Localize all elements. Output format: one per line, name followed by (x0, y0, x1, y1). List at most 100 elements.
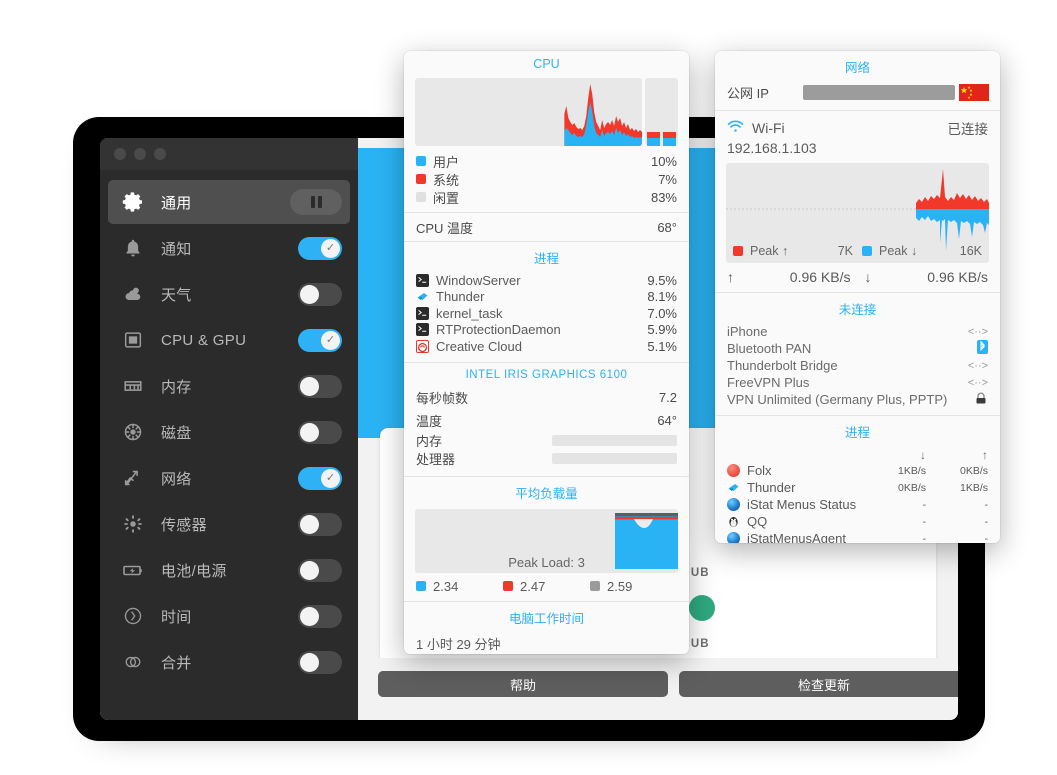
uptime-title: 电脑工作时间 (508, 611, 584, 626)
interface-ip: 192.168.1.103 (727, 140, 817, 156)
process-row[interactable]: WindowServer 9.5% (404, 272, 689, 289)
disconnected-item[interactable]: VPN Unlimited (Germany Plus, PPTP) (715, 391, 1000, 408)
gpu-temp-value: 64° (657, 413, 677, 428)
process-row[interactable]: Creative Cloud 5.1% (404, 338, 689, 355)
gpu-memory-label: 内存 (416, 434, 443, 449)
sidebar-item-label: 传感器 (161, 516, 207, 534)
cpu-usage-idle-value: 83% (650, 189, 677, 205)
rate-down-arrow-icon: ↓ (864, 269, 872, 285)
rate-up-arrow-icon: ↑ (727, 269, 734, 285)
vpn-lock-icon (974, 392, 988, 408)
network-process-row[interactable]: iStatMenusAgent - - (715, 530, 1000, 543)
bluetooth-icon (977, 340, 988, 357)
network-process-row[interactable]: QQ - - (715, 513, 1000, 530)
cpu-usage-user-label: 用户 (433, 154, 460, 170)
disconnected-name: Thunderbolt Bridge (727, 358, 838, 373)
toggle-memory[interactable]: ✓ (298, 374, 342, 398)
toggle-weather[interactable]: ✓ (298, 282, 342, 306)
gpu-processor-bar (551, 453, 677, 464)
qq-icon (727, 515, 740, 528)
sidebar-item-disk[interactable]: 磁盘 ✓ (108, 410, 350, 454)
sidebar-item-weather[interactable]: 天气 ✓ (108, 272, 350, 316)
sidebar-item-battery[interactable]: 电池/电源 ✓ (108, 548, 350, 592)
sidebar-item-label: 网络 (161, 470, 192, 488)
toggle-sensors[interactable]: ✓ (298, 512, 342, 536)
help-button[interactable]: 帮助 (378, 671, 668, 697)
sidebar-item-time[interactable]: 时间 ✓ (108, 594, 350, 638)
disconnected-item[interactable]: Bluetooth PAN (715, 340, 1000, 357)
process-name: Folx (747, 463, 772, 478)
toggle-notifications[interactable]: ✓ (298, 236, 342, 260)
menubar-swatch-green[interactable] (689, 595, 715, 621)
pause-button[interactable] (290, 189, 342, 215)
zoom-button[interactable] (154, 148, 166, 160)
toggle-disk[interactable]: ✓ (298, 420, 342, 444)
toggle-network[interactable]: ✓ (298, 466, 342, 490)
istat-menus-icon (727, 498, 740, 511)
cpu-temperature-value: 68° (657, 219, 677, 235)
toggle-cpu-gpu[interactable]: ✓ (298, 328, 342, 352)
sidebar-item-general[interactable]: 通用 (108, 180, 350, 224)
cpu-temperature-label: CPU 温度 (416, 220, 474, 236)
interface-row: Wi-Fi 已连接 (715, 111, 1000, 139)
peak-up-value: 7K (837, 244, 853, 258)
legend-swatch-user (416, 156, 426, 166)
cpu-usage-graph (415, 78, 678, 146)
network-rate-row: ↑ 0.96 KB/s ↓ 0.96 KB/s (715, 263, 1000, 292)
process-row[interactable]: kernel_task 7.0% (404, 305, 689, 322)
public-ip-value (803, 85, 955, 100)
gpu-fps-label: 每秒帧数 (416, 391, 469, 406)
sidebar-item-memory[interactable]: 内存 ✓ (108, 364, 350, 408)
gpu-temp-row: 温度 64° (404, 410, 689, 432)
disconnected-item[interactable]: iPhone <··> (715, 323, 1000, 340)
network-process-row[interactable]: Folx 1KB/s 0KB/s (715, 462, 1000, 479)
thunder-icon (727, 481, 740, 494)
battery-icon (118, 555, 148, 585)
disconnected-item[interactable]: FreeVPN Plus <··> (715, 374, 1000, 391)
chip-icon (118, 325, 148, 355)
process-up: - (984, 498, 989, 511)
network-process-columns: ↓ ↑ (715, 446, 1000, 462)
cpu-usage-idle: 闲置 83% (404, 188, 689, 206)
rate-down-value: 0.96 KB/s (927, 269, 988, 285)
bell-icon (118, 233, 148, 263)
process-name: Thunder (436, 289, 485, 305)
toggle-time[interactable]: ✓ (298, 604, 342, 628)
load-average-title: 平均负载量 (515, 486, 578, 501)
disconnected-item[interactable]: Thunderbolt Bridge <··> (715, 357, 1000, 374)
gpu-memory-bar (551, 435, 677, 446)
process-down: - (922, 515, 927, 528)
cpu-usage-idle-label: 闲置 (433, 190, 460, 206)
close-button[interactable] (114, 148, 126, 160)
process-row[interactable]: Thunder 8.1% (404, 289, 689, 306)
disconnected-name: Bluetooth PAN (727, 341, 812, 356)
process-down: - (922, 498, 927, 511)
toggle-battery[interactable]: ✓ (298, 558, 342, 582)
disconnected-name: iPhone (727, 324, 768, 339)
legend-swatch-load-1 (416, 581, 426, 591)
process-row[interactable]: RTProtectionDaemon 5.9% (404, 322, 689, 339)
gpu-memory-row: 内存 (404, 432, 689, 450)
sidebar-item-combine[interactable]: 合并 ✓ (108, 640, 350, 684)
cloud-icon (118, 279, 148, 309)
process-name: WindowServer (436, 272, 521, 288)
peak-up-label: Peak ↑ (750, 244, 789, 258)
sidebar-item-cpu-gpu[interactable]: CPU & GPU ✓ (108, 318, 350, 362)
minimize-button[interactable] (134, 148, 146, 160)
process-down: 1KB/s (897, 464, 926, 477)
check-update-button[interactable]: 检查更新 (679, 671, 958, 697)
sidebar-item-notifications[interactable]: 通知 ✓ (108, 226, 350, 270)
sidebar-item-sensors[interactable]: 传感器 ✓ (108, 502, 350, 546)
sidebar-item-label: 时间 (161, 608, 192, 626)
network-process-row[interactable]: iStat Menus Status - - (715, 496, 1000, 513)
sidebar-item-label: 通知 (161, 240, 192, 258)
sidebar-item-network[interactable]: 网络 ✓ (108, 456, 350, 500)
sidebar-item-label: CPU & GPU (161, 331, 247, 349)
cpu-panel-title: CPU (533, 57, 560, 71)
bottom-bar: 帮助 检查更新 (358, 658, 958, 720)
legend-swatch-idle (416, 192, 426, 202)
uptime-value: 1 小时 29 分钟 (416, 636, 501, 652)
network-process-row[interactable]: Thunder 0KB/s 1KB/s (715, 479, 1000, 496)
toggle-combine[interactable]: ✓ (298, 650, 342, 674)
load-value-1: 2.34 (433, 578, 459, 594)
